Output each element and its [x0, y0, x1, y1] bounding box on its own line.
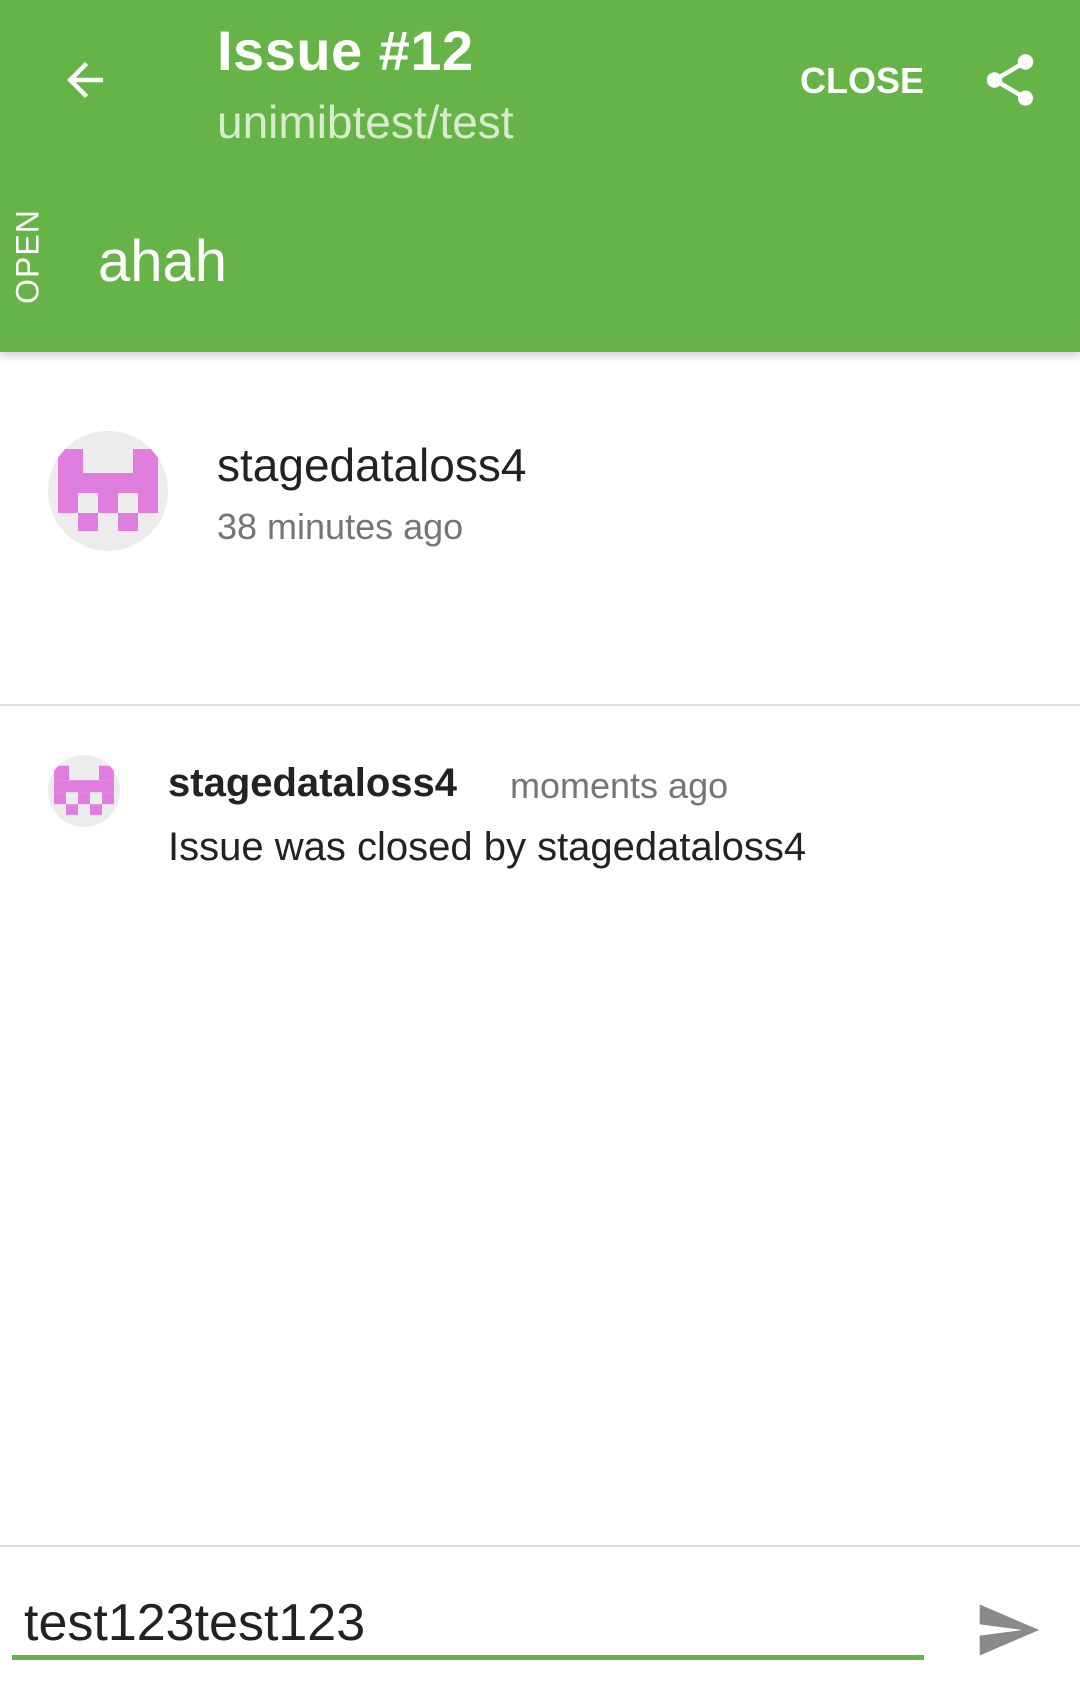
issue-state-label: OPEN [9, 209, 46, 304]
event-text: Issue was closed by stagedataloss4 [168, 825, 807, 869]
repository-name: unimibtest/test [217, 96, 514, 148]
send-icon [979, 1604, 1040, 1656]
comment-divider [0, 1545, 1080, 1547]
page-title: Issue #12 [217, 19, 474, 82]
comment-input[interactable] [12, 1590, 924, 1660]
app-bar: Issue #12 unimibtest/test CLOSE OPEN aha… [0, 0, 1080, 352]
send-button[interactable] [968, 1590, 1048, 1670]
author-avatar[interactable] [48, 431, 168, 551]
back-button[interactable] [50, 45, 120, 115]
issue-screen: Issue #12 unimibtest/test CLOSE OPEN aha… [0, 0, 1080, 1699]
section-divider [0, 704, 1080, 706]
issue-title: ahah [98, 229, 228, 294]
event-user[interactable]: stagedataloss4 [168, 761, 457, 806]
identicon-avatar [58, 449, 158, 531]
arrow-left-icon [67, 62, 103, 98]
close-issue-button[interactable]: CLOSE [800, 60, 924, 102]
created-time: 38 minutes ago [217, 506, 464, 547]
share-button[interactable] [975, 45, 1045, 115]
event-avatar[interactable] [48, 755, 120, 827]
identicon-avatar [54, 765, 114, 815]
event-time: moments ago [510, 765, 729, 806]
author-name[interactable]: stagedataloss4 [217, 438, 526, 492]
share-icon [986, 54, 1034, 106]
